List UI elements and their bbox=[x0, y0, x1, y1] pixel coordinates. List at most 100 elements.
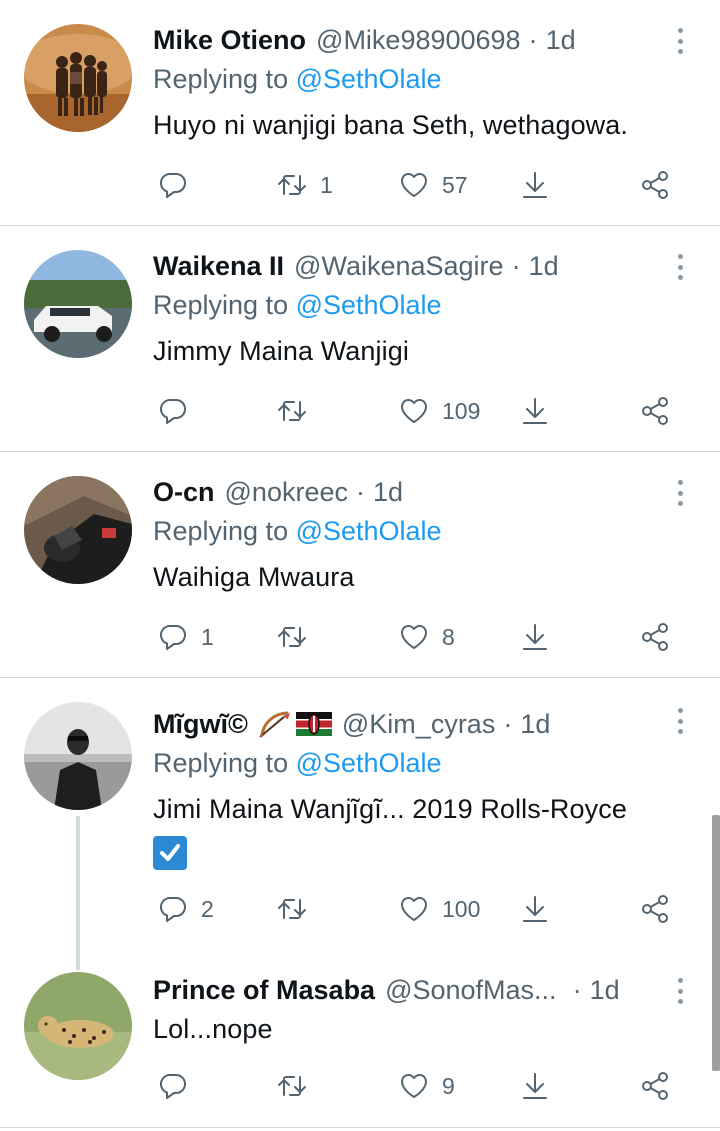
tweet-header: Prince of Masaba @SonofMas... · 1d bbox=[153, 970, 620, 1010]
like-button[interactable]: 109 bbox=[398, 391, 480, 431]
tweet-3[interactable]: O-cn @nokreec · 1d Replying to @SethOlal… bbox=[0, 452, 720, 678]
avatar[interactable] bbox=[24, 702, 132, 810]
user-handle[interactable]: @nokreec bbox=[225, 477, 348, 508]
separator: · bbox=[503, 708, 513, 739]
retweet-button[interactable] bbox=[276, 889, 320, 929]
user-handle[interactable]: @SonofMas... bbox=[385, 975, 556, 1006]
user-handle[interactable]: @Mike98900698 bbox=[316, 25, 521, 56]
timestamp[interactable]: 1d bbox=[590, 975, 620, 1006]
retweet-button[interactable] bbox=[276, 391, 320, 431]
action-bar: 1 8 bbox=[0, 617, 720, 657]
tweet-text: Waihiga Mwaura bbox=[153, 562, 355, 592]
mention-link[interactable]: @SethOlale bbox=[296, 290, 442, 320]
download-button[interactable] bbox=[519, 889, 551, 929]
replying-to: Replying to @SethOlale bbox=[153, 516, 442, 547]
share-button[interactable] bbox=[639, 889, 671, 929]
reply-button[interactable]: 2 bbox=[157, 889, 214, 929]
share-button[interactable] bbox=[639, 617, 671, 657]
timestamp[interactable]: 1d bbox=[546, 25, 576, 56]
download-button[interactable] bbox=[519, 391, 551, 431]
reply-button[interactable] bbox=[157, 165, 201, 205]
like-icon bbox=[400, 172, 428, 197]
mention-link[interactable]: @SethOlale bbox=[296, 516, 442, 546]
separator: · bbox=[572, 974, 582, 1005]
reply-icon bbox=[159, 896, 186, 922]
tweet-text: Huyo ni wanjigi bana Seth, wethagowa. bbox=[153, 110, 628, 140]
replying-to: Replying to @SethOlale bbox=[153, 64, 442, 95]
retweet-icon bbox=[278, 899, 306, 919]
action-bar: 2 100 bbox=[0, 889, 720, 929]
share-button[interactable] bbox=[639, 391, 671, 431]
download-icon bbox=[523, 624, 547, 650]
scrollbar[interactable] bbox=[712, 815, 720, 1071]
like-icon bbox=[400, 896, 428, 921]
separator: · bbox=[511, 250, 521, 281]
like-count: 9 bbox=[442, 1072, 455, 1099]
retweet-button[interactable] bbox=[276, 1066, 320, 1106]
retweet-icon bbox=[278, 1076, 306, 1096]
action-bar: 109 bbox=[0, 391, 720, 431]
tweet-1[interactable]: Mike Otieno @Mike98900698 · 1d Replying … bbox=[0, 0, 720, 226]
display-name[interactable]: Waikena II bbox=[153, 251, 284, 282]
like-button[interactable]: 8 bbox=[398, 617, 455, 657]
avatar[interactable] bbox=[24, 972, 132, 1080]
share-icon bbox=[642, 1072, 668, 1100]
replying-label: Replying to bbox=[153, 290, 296, 320]
more-icon[interactable] bbox=[672, 976, 688, 1006]
like-button[interactable]: 100 bbox=[398, 889, 480, 929]
reply-count: 2 bbox=[201, 895, 214, 922]
download-button[interactable] bbox=[519, 1066, 551, 1106]
retweet-button[interactable]: 1 bbox=[276, 165, 333, 205]
retweet-count: 1 bbox=[320, 171, 333, 198]
user-handle[interactable]: @WaikenaSagire bbox=[294, 251, 504, 282]
share-button[interactable] bbox=[639, 1066, 671, 1106]
timestamp[interactable]: 1d bbox=[529, 251, 559, 282]
more-icon[interactable] bbox=[672, 478, 688, 508]
share-icon bbox=[642, 397, 668, 425]
more-icon[interactable] bbox=[672, 252, 688, 282]
bow-emoji bbox=[258, 709, 292, 739]
reply-icon bbox=[159, 624, 186, 650]
like-icon bbox=[400, 624, 428, 649]
display-name[interactable]: Mĩgwĩ© bbox=[153, 709, 248, 740]
reply-button[interactable] bbox=[157, 1066, 201, 1106]
action-bar: 9 bbox=[0, 1066, 720, 1106]
tweet-text: Jimmy Maina Wanjigi bbox=[153, 336, 409, 366]
retweet-icon bbox=[278, 401, 306, 421]
tweet-5[interactable]: Prince of Masaba @SonofMas... · 1d Lol..… bbox=[0, 950, 720, 1128]
more-icon[interactable] bbox=[672, 26, 688, 56]
like-count: 109 bbox=[442, 397, 481, 424]
share-icon bbox=[642, 623, 668, 651]
download-button[interactable] bbox=[519, 617, 551, 657]
display-name[interactable]: O-cn bbox=[153, 477, 215, 508]
retweet-button[interactable] bbox=[276, 617, 320, 657]
replying-to: Replying to @SethOlale bbox=[153, 748, 442, 779]
display-name[interactable]: Mike Otieno bbox=[153, 25, 306, 56]
tweet-2[interactable]: Waikena II @WaikenaSagire · 1d Replying … bbox=[0, 226, 720, 452]
like-button[interactable]: 9 bbox=[398, 1066, 455, 1106]
display-name[interactable]: Prince of Masaba bbox=[153, 975, 375, 1006]
mention-link[interactable]: @SethOlale bbox=[296, 748, 442, 778]
reply-button[interactable]: 1 bbox=[157, 617, 214, 657]
avatar[interactable] bbox=[24, 24, 132, 132]
reply-count: 1 bbox=[201, 623, 214, 650]
retweet-icon bbox=[278, 175, 306, 195]
download-button[interactable] bbox=[519, 165, 551, 205]
like-button[interactable]: 57 bbox=[398, 165, 468, 205]
tweet-4[interactable]: Mĩgwĩ© @Kim_cyras · 1d Replying to @Seth… bbox=[0, 678, 720, 970]
user-handle[interactable]: @Kim_cyras bbox=[342, 709, 495, 740]
timestamp[interactable]: 1d bbox=[373, 477, 403, 508]
timestamp[interactable]: 1d bbox=[520, 709, 550, 740]
tweet-header: Mike Otieno @Mike98900698 · 1d bbox=[153, 20, 576, 60]
replying-to: Replying to @SethOlale bbox=[153, 290, 442, 321]
avatar[interactable] bbox=[24, 476, 132, 584]
separator: · bbox=[528, 24, 538, 55]
share-button[interactable] bbox=[639, 165, 671, 205]
avatar[interactable] bbox=[24, 250, 132, 358]
mention-link[interactable]: @SethOlale bbox=[296, 64, 442, 94]
reply-button[interactable] bbox=[157, 391, 201, 431]
reply-icon bbox=[159, 1073, 186, 1099]
divider bbox=[0, 1127, 720, 1128]
retweet-icon bbox=[278, 627, 306, 647]
more-icon[interactable] bbox=[672, 706, 688, 736]
